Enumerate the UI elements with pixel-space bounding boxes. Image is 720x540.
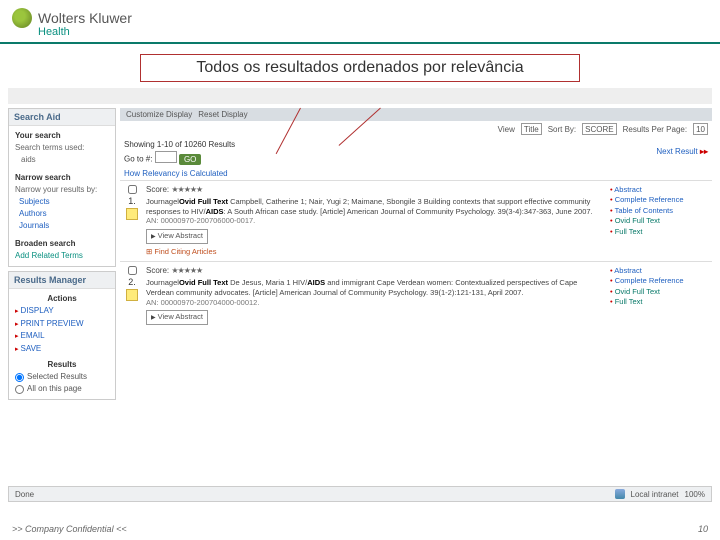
all-page-radio[interactable] (15, 385, 24, 394)
find-citing-link[interactable]: ⊞ Find Citing Articles (146, 247, 606, 257)
action-display[interactable]: DISPLAY (15, 305, 109, 318)
score-label: Score: ★★★★★ (146, 266, 606, 276)
brand-subtitle: Health (38, 26, 708, 38)
footer-confidential: >> Company Confidential << (12, 524, 127, 534)
search-terms: aids (15, 154, 109, 166)
callout-box: Todos os resultados ordenados por relevâ… (140, 54, 580, 82)
zone-label: Local intranet (631, 490, 679, 499)
search-field-area[interactable] (8, 88, 712, 104)
narrow-authors[interactable]: Authors (15, 208, 109, 220)
results-manager-header: Results Manager (9, 272, 115, 289)
footer-page-number: 10 (698, 524, 708, 534)
view-abstract-button[interactable]: View Abstract (146, 310, 208, 325)
results-label: Results (15, 359, 109, 371)
intranet-zone-icon (615, 489, 625, 499)
result-link[interactable]: • Abstract (610, 185, 710, 196)
sort-label: Sort By: (548, 125, 576, 134)
goto-input[interactable] (155, 151, 177, 163)
actions-label: Actions (15, 293, 109, 305)
result-link[interactable]: • Full Text (610, 297, 710, 308)
relevance-explain-link[interactable]: How Relevancy is Calculated (120, 167, 712, 180)
result-link[interactable]: • Ovid Full Text (610, 287, 710, 298)
action-print[interactable]: PRINT PREVIEW (15, 318, 109, 331)
annotation-note-icon[interactable] (126, 289, 138, 301)
sidebar: Search Aid Your search Search terms used… (8, 108, 116, 404)
narrow-header: Narrow search (15, 172, 109, 184)
result-number: 1. (128, 196, 136, 206)
result-link[interactable]: • Complete Reference (610, 195, 710, 206)
result-link[interactable]: • Abstract (610, 266, 710, 277)
rpp-label: Results Per Page: (623, 125, 687, 134)
star-rating-icon: ★★★★★ (171, 266, 202, 275)
view-abstract-button[interactable]: View Abstract (146, 229, 208, 244)
accession-number: AN: 00000970-200704000-00012. (146, 298, 606, 308)
selected-results-label: Selected Results (27, 371, 87, 383)
terms-label: Search terms used: (15, 142, 109, 154)
reset-display-link[interactable]: Reset Display (198, 110, 247, 119)
result-number: 2. (128, 277, 136, 287)
result-row: 1. Score: ★★★★★ JournagelOvid Full Text Ca… (120, 180, 712, 261)
result-checkbox[interactable] (128, 266, 137, 275)
main-results-area: Customize Display Reset Display View Tit… (120, 108, 712, 404)
narrow-subjects[interactable]: Subjects (15, 196, 109, 208)
status-done: Done (15, 490, 34, 499)
all-page-label: All on this page (27, 383, 82, 395)
action-email[interactable]: EMAIL (15, 330, 109, 343)
narrow-journals[interactable]: Journals (15, 220, 109, 232)
view-select[interactable]: Title (521, 123, 542, 135)
result-checkbox[interactable] (128, 185, 137, 194)
sort-select[interactable]: SCORE (582, 123, 616, 135)
selected-results-radio[interactable] (15, 373, 24, 382)
customize-display-link[interactable]: Customize Display (126, 110, 192, 119)
result-row: 2. Score: ★★★★★ JournagelOvid Full Text De… (120, 261, 712, 332)
goto-label: Go to #: (124, 155, 152, 164)
action-save[interactable]: SAVE (15, 343, 109, 356)
star-rating-icon: ★★★★★ (171, 185, 202, 194)
narrow-label: Narrow your results by: (15, 184, 109, 196)
annotation-note-icon[interactable] (126, 208, 138, 220)
result-link[interactable]: • Full Text (610, 227, 710, 238)
brand-logo-icon (12, 8, 32, 28)
view-label: View (498, 125, 515, 134)
result-citation: JournagelOvid Full Text Campbell, Cather… (146, 197, 606, 217)
broaden-header: Broaden search (15, 238, 109, 250)
next-arrow-icon: ▸▸ (700, 147, 708, 156)
search-aid-header: Search Aid (9, 109, 115, 126)
showing-count: Showing 1-10 of 10260 Results (124, 140, 235, 149)
browser-status-bar: Done Local intranet 100% (8, 486, 712, 502)
your-search-label: Your search (15, 130, 109, 142)
rpp-select[interactable]: 10 (693, 123, 708, 135)
result-link[interactable]: • Table of Contents (610, 206, 710, 217)
result-link[interactable]: • Complete Reference (610, 276, 710, 287)
add-related-terms[interactable]: Add Related Terms (15, 250, 109, 262)
next-result-link[interactable]: Next Result (656, 147, 697, 156)
zoom-level[interactable]: 100% (685, 490, 705, 499)
result-link[interactable]: • Ovid Full Text (610, 216, 710, 227)
score-label: Score: ★★★★★ (146, 185, 606, 195)
go-button[interactable]: GO (179, 154, 201, 165)
accession-number: AN: 00000970-200706000-0017. (146, 216, 606, 226)
brand-name: Wolters Kluwer (38, 10, 132, 26)
result-citation: JournagelOvid Full Text De Jesus, Maria … (146, 278, 606, 298)
brand-header: Wolters Kluwer Health (0, 0, 720, 44)
